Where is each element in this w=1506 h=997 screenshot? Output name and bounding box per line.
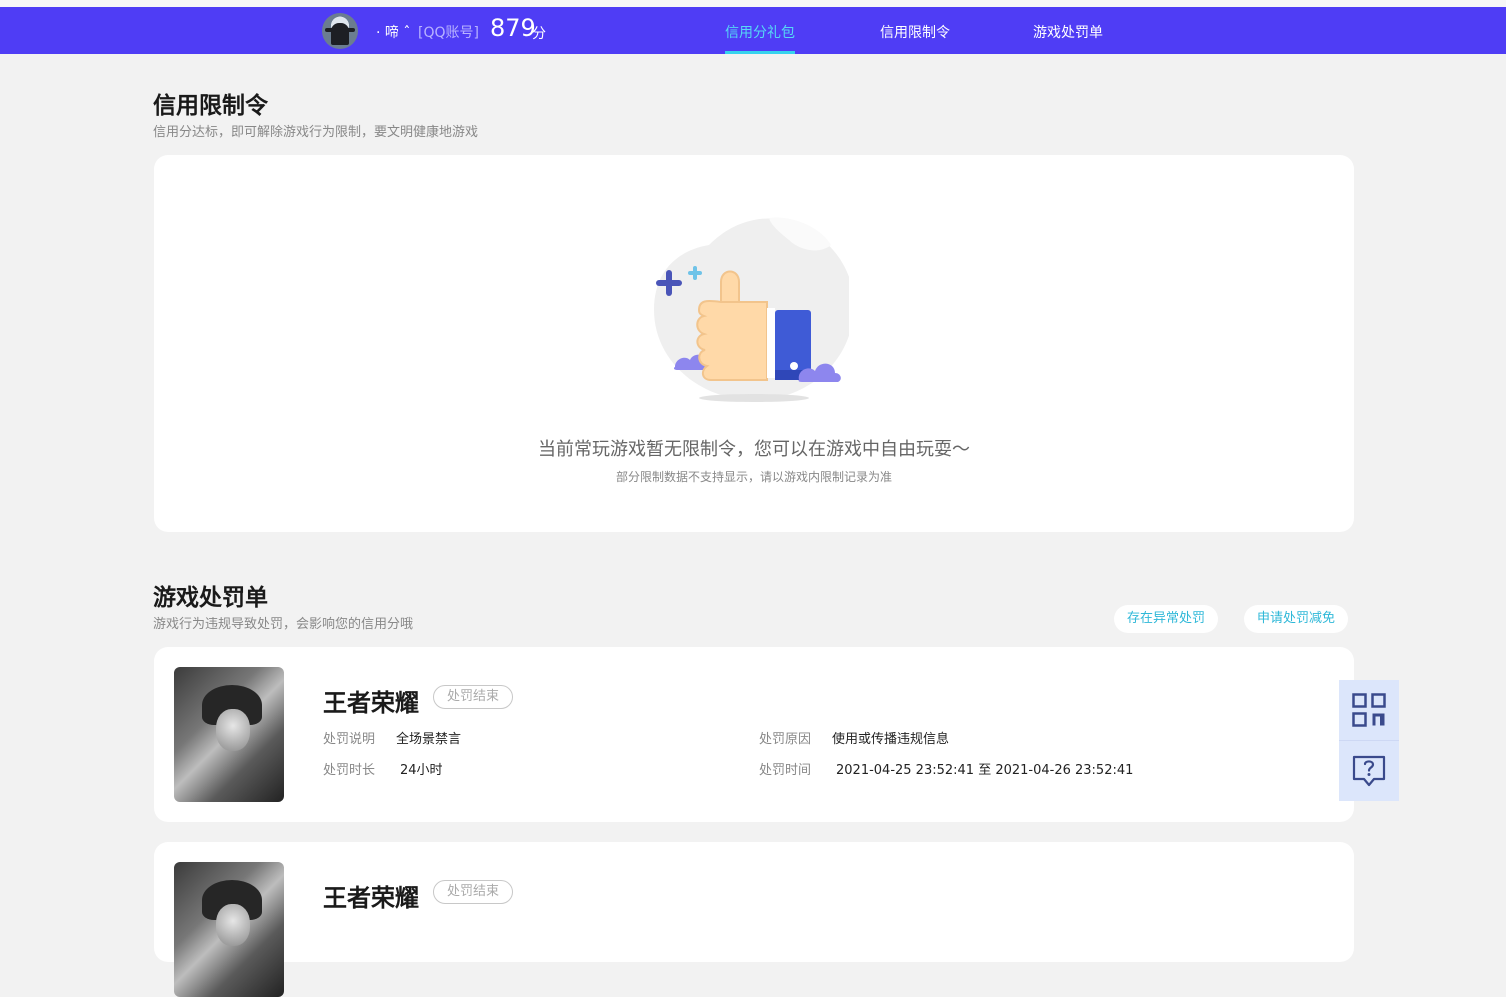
penalty-section-title: 游戏处罚单	[153, 585, 268, 611]
account-type: [QQ账号]	[418, 25, 479, 41]
game-cover-image	[174, 862, 284, 997]
tab-credit-restriction[interactable]: 信用限制令	[880, 22, 950, 42]
game-cover-face	[216, 709, 250, 751]
penalty-time-label: 处罚时间	[759, 763, 812, 778]
help-button[interactable]	[1339, 740, 1399, 801]
penalty-record-card: 王者荣耀 处罚结束 处罚说明 全场景禁言 处罚时长 24小时 处罚原因 使用或传…	[154, 647, 1354, 822]
penalty-desc-label: 处罚说明	[323, 732, 376, 747]
game-name: 王者荣耀	[323, 689, 419, 717]
penalty-duration-label: 处罚时长	[323, 763, 376, 778]
credit-score: 879	[490, 14, 536, 42]
avatar-figure	[331, 23, 349, 45]
game-name: 王者荣耀	[323, 884, 419, 912]
thumbs-up-illustration	[654, 217, 849, 402]
credit-score-unit: 分	[532, 26, 546, 42]
top-navbar: · 啼 ˆ [QQ账号] 879 分 信用分礼包 信用限制令 游戏处罚单	[0, 7, 1506, 54]
game-cover-image	[174, 667, 284, 802]
avatar[interactable]	[322, 13, 358, 49]
penalty-duration-value: 24小时	[400, 763, 443, 778]
penalty-reason-value: 使用或传播违规信息	[832, 732, 950, 747]
thumb-hand	[696, 300, 768, 381]
restriction-section-title: 信用限制令	[153, 93, 268, 119]
status-badge: 处罚结束	[433, 685, 514, 709]
restriction-empty-card: 当前常玩游戏暂无限制令，您可以在游戏中自由玩耍～ 部分限制数据不支持显示，请以游…	[154, 155, 1354, 532]
penalty-reason-label: 处罚原因	[759, 732, 812, 747]
apply-penalty-reduction-button[interactable]: 申请处罚减免	[1244, 605, 1349, 633]
top-strip	[0, 0, 1506, 7]
empty-restriction-note: 部分限制数据不支持显示，请以游戏内限制记录为准	[615, 470, 892, 484]
status-badge: 处罚结束	[433, 880, 514, 904]
active-tab-indicator	[725, 51, 795, 54]
penalty-time-value: 2021-04-25 23:52:41 至 2021-04-26 23:52:4…	[836, 763, 1134, 778]
cuff	[767, 308, 775, 378]
restriction-section-subtitle: 信用分达标，即可解除游戏行为限制，要文明健康地游戏	[153, 125, 479, 140]
qr-code-button[interactable]	[1339, 680, 1399, 740]
game-cover-face	[216, 904, 250, 946]
penalty-record-card: 王者荣耀 处罚结束	[154, 842, 1354, 997]
qr-code-icon	[1352, 693, 1386, 727]
nickname: · 啼 ˆ	[376, 25, 411, 41]
help-icon	[1352, 755, 1386, 787]
penalty-desc-value: 全场景禁言	[396, 732, 462, 747]
tab-game-penalty[interactable]: 游戏处罚单	[1033, 22, 1103, 42]
tab-credit-gift[interactable]: 信用分礼包	[725, 22, 795, 42]
illustration-shadow	[699, 394, 809, 402]
empty-restriction-message: 当前常玩游戏暂无限制令，您可以在游戏中自由玩耍～	[538, 439, 970, 460]
sleeve-button	[790, 362, 798, 370]
report-abnormal-penalty-button[interactable]: 存在异常处罚	[1114, 605, 1219, 633]
penalty-section-subtitle: 游戏行为违规导致处罚，会影响您的信用分哦	[153, 617, 414, 632]
